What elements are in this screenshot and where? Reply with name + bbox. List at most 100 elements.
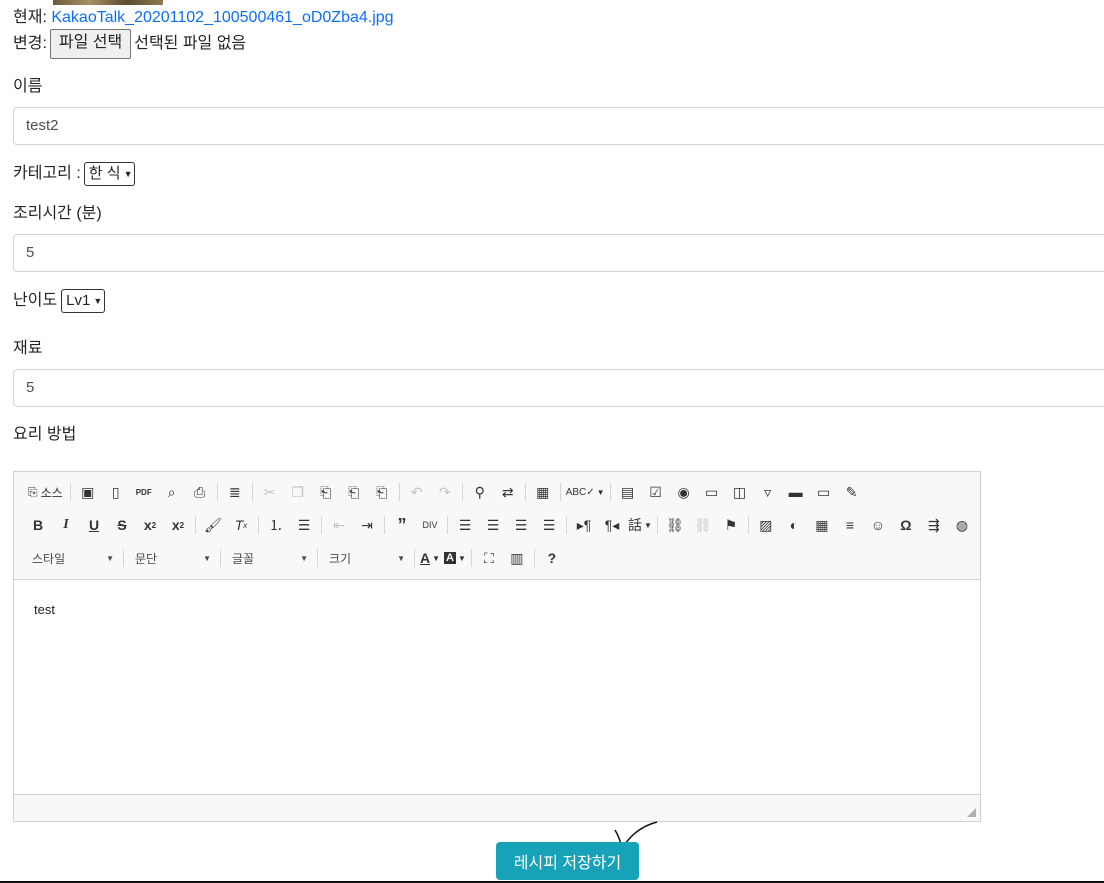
cook-time-input[interactable]: 5 (13, 234, 1104, 272)
toolbar-separator (461, 483, 463, 501)
paste-icon[interactable]: ⎗ (312, 479, 340, 505)
chevron-down-icon: ▼ (123, 169, 133, 179)
align-left-icon[interactable]: ☰ (451, 512, 479, 538)
current-file-link[interactable]: KakaoTalk_20201102_100500461_oD0Zba4.jpg (51, 9, 393, 26)
editor-status-bar (14, 794, 980, 821)
find-icon[interactable]: ⚲ (466, 479, 494, 505)
show-blocks-icon[interactable]: ▥ (503, 545, 531, 571)
toolbar-separator (524, 483, 526, 501)
toolbar-separator (123, 549, 124, 567)
difficulty-select[interactable]: Lv1 ▼ (61, 289, 106, 313)
text-direction-rtl-icon[interactable]: ¶◂ (598, 512, 626, 538)
style-combo[interactable]: 스타일 ▼ (24, 545, 120, 571)
special-char-icon[interactable]: Ω (892, 512, 920, 538)
table-icon[interactable]: ▦ (808, 512, 836, 538)
indent-icon[interactable]: ⇥ (353, 512, 381, 538)
export-pdf-icon[interactable]: PDF (130, 479, 158, 505)
toolbar-separator (317, 549, 318, 567)
background-color-icon[interactable]: A ▼ (442, 545, 468, 571)
toolbar-row-3: 스타일 ▼ 문단 ▼ 글꼴 ▼ 크기 ▼ A ▼ A ▼ ⛶ ▥ ? (24, 545, 566, 571)
paste-word-icon[interactable]: ⎗ (368, 479, 396, 505)
button-field-icon[interactable]: ▬ (782, 479, 810, 505)
select-all-icon[interactable]: ▦ (529, 479, 557, 505)
format-combo[interactable]: 문단 ▼ (127, 545, 217, 571)
bold-icon[interactable]: B (24, 512, 52, 538)
subscript-icon[interactable]: x2 (136, 512, 164, 538)
name-input[interactable]: test2 (13, 107, 1104, 145)
replace-icon[interactable]: ⇄ (494, 479, 522, 505)
templates-icon[interactable]: ≣ (221, 479, 249, 505)
toolbar-separator (470, 549, 472, 567)
size-combo[interactable]: 크기 ▼ (321, 545, 411, 571)
ingredients-input[interactable]: 5 (13, 369, 1104, 407)
toolbar-separator (566, 516, 567, 534)
font-combo[interactable]: 글꼴 ▼ (224, 545, 314, 571)
paste-text-icon[interactable]: ⎗ (340, 479, 368, 505)
div-container-icon[interactable]: DIV (416, 512, 444, 538)
hidden-field-icon[interactable]: ✎ (838, 479, 866, 505)
iframe-icon[interactable]: ◍ (948, 512, 976, 538)
current-image-thumbnail (53, 0, 163, 5)
cut-icon[interactable]: ✂ (256, 479, 284, 505)
text-field-icon[interactable]: ▭ (698, 479, 726, 505)
checkbox-icon[interactable]: ☑ (642, 479, 670, 505)
radio-icon[interactable]: ◉ (670, 479, 698, 505)
editor-toolbar: ⎘ 소스 ▣ ▯ PDF ⌕ ⎙ ≣ ✂ ❐ ⎗ ⎗ ⎗ ↶ ↷ ⚲ ⇄ ▦ AB… (14, 472, 980, 580)
select-field-icon[interactable]: ▿ (754, 479, 782, 505)
spellcheck-icon[interactable]: ABC✓ ▼ (564, 479, 607, 505)
unlink-icon[interactable]: ⛓ (689, 512, 717, 538)
source-button[interactable]: ⎘ 소스 (24, 479, 67, 505)
undo-icon[interactable]: ↶ (403, 479, 431, 505)
horizontal-line-icon[interactable]: ≡ (836, 512, 864, 538)
maximize-icon[interactable]: ⛶ (475, 545, 503, 571)
link-icon[interactable]: ⛓ (661, 512, 689, 538)
resize-handle-icon[interactable] (967, 808, 976, 817)
textarea-icon[interactable]: ◫ (726, 479, 754, 505)
align-center-icon[interactable]: ☰ (479, 512, 507, 538)
image-icon[interactable]: ▨ (752, 512, 780, 538)
strikethrough-icon[interactable]: S (108, 512, 136, 538)
bulleted-list-icon[interactable]: ☰ (290, 512, 318, 538)
chevron-down-icon: ▼ (644, 520, 652, 530)
align-right-icon[interactable]: ☰ (507, 512, 535, 538)
current-file-label: 현재: (13, 9, 47, 26)
size-combo-label: 크기 (329, 551, 352, 566)
flash-icon[interactable]: ◐ (780, 512, 808, 538)
preview-icon[interactable]: ⌕ (158, 479, 186, 505)
toolbar-separator (69, 483, 71, 501)
smiley-icon[interactable]: ☺ (864, 512, 892, 538)
save-recipe-button[interactable]: 레시피 저장하기 (496, 842, 639, 880)
toolbar-separator (251, 483, 253, 501)
align-justify-icon[interactable]: ☰ (535, 512, 563, 538)
form-icon[interactable]: ▤ (614, 479, 642, 505)
copy-icon[interactable]: ❐ (284, 479, 312, 505)
choose-file-button[interactable]: 파일 선택 (49, 29, 132, 59)
copy-format-icon[interactable]: 🖌 (199, 512, 227, 538)
image-button-icon[interactable]: ▭ (810, 479, 838, 505)
new-page-icon[interactable]: ▯ (102, 479, 130, 505)
category-select-value: 한 식 (88, 165, 121, 182)
chevron-down-icon: ▼ (106, 553, 114, 563)
blockquote-icon[interactable]: ” (388, 512, 416, 538)
italic-icon[interactable]: I (52, 512, 80, 538)
category-label: 카테고리 : (13, 165, 81, 182)
help-icon[interactable]: ? (538, 545, 566, 571)
save-icon[interactable]: ▣ (74, 479, 102, 505)
remove-format-icon[interactable]: Tx (227, 512, 255, 538)
redo-icon[interactable]: ↷ (431, 479, 459, 505)
text-color-icon[interactable]: A ▼ (418, 545, 442, 571)
name-label: 이름 (13, 78, 43, 95)
language-icon[interactable]: 話 ▼ (626, 512, 654, 538)
editor-content-area[interactable]: test (14, 580, 980, 793)
toolbar-separator (414, 549, 415, 567)
superscript-icon[interactable]: x2 (164, 512, 192, 538)
anchor-icon[interactable]: ⚑ (717, 512, 745, 538)
text-direction-ltr-icon[interactable]: ▸¶ (570, 512, 598, 538)
outdent-icon[interactable]: ⇤ (325, 512, 353, 538)
print-icon[interactable]: ⎙ (186, 479, 214, 505)
page-break-icon[interactable]: ⇶ (920, 512, 948, 538)
numbered-list-icon[interactable]: ⒈ (262, 512, 290, 538)
underline-icon[interactable]: U (80, 512, 108, 538)
category-select[interactable]: 한 식 ▼ (83, 162, 136, 186)
toolbar-row-1: ⎘ 소스 ▣ ▯ PDF ⌕ ⎙ ≣ ✂ ❐ ⎗ ⎗ ⎗ ↶ ↷ ⚲ ⇄ ▦ AB… (24, 479, 866, 505)
